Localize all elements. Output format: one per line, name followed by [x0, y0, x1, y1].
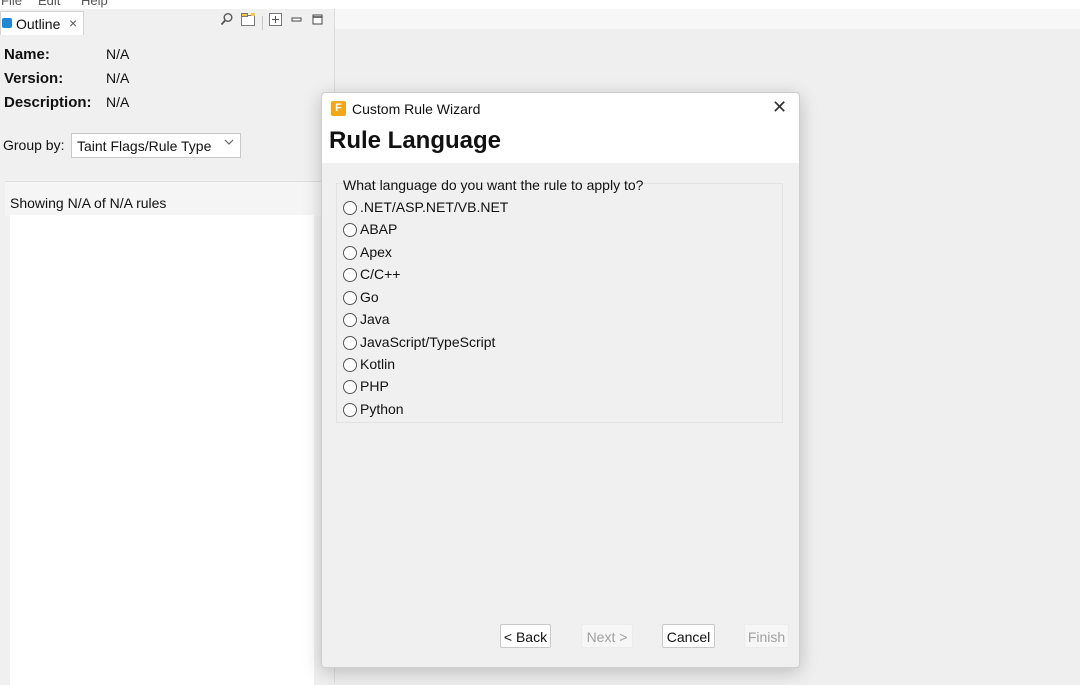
- toolbar-divider: [262, 16, 263, 30]
- radio-label: ABAP: [360, 221, 398, 237]
- radio-button[interactable]: [343, 201, 357, 215]
- menu-file[interactable]: File: [1, 0, 22, 8]
- minimize-icon[interactable]: [291, 13, 302, 28]
- dialog-titlebar: F Custom Rule Wizard ✕: [322, 93, 799, 125]
- chevron-down-icon: [224, 137, 234, 150]
- description-value: N/A: [106, 94, 130, 110]
- radio-label: C/C++: [360, 266, 401, 282]
- radio-button[interactable]: [343, 291, 357, 305]
- radio-button[interactable]: [343, 403, 357, 417]
- dialog-header: Rule Language: [322, 125, 799, 163]
- radio-label: Kotlin: [360, 356, 396, 372]
- rules-summary: Showing N/A of N/A rules: [10, 195, 167, 211]
- cancel-button[interactable]: Cancel: [662, 624, 715, 648]
- folder-icon[interactable]: [241, 13, 256, 29]
- group-by-select[interactable]: Taint Flags/Rule Type: [71, 133, 241, 158]
- custom-rule-wizard-dialog: F Custom Rule Wizard ✕ Rule Language Wha…: [321, 92, 800, 668]
- finish-button[interactable]: Finish: [744, 624, 789, 648]
- menu-help[interactable]: Help: [81, 0, 108, 8]
- outline-panel: Outline × Name: N/A Version: N/A Descrip…: [0, 9, 335, 685]
- radio-button[interactable]: [343, 313, 357, 327]
- outline-icon: [2, 18, 12, 28]
- next-button[interactable]: Next >: [581, 624, 633, 648]
- radio-button[interactable]: [343, 223, 357, 237]
- close-icon[interactable]: ×: [69, 15, 77, 31]
- group-by-label: Group by:: [3, 137, 65, 153]
- outline-tab-label: Outline: [16, 16, 61, 32]
- editor-area: [335, 9, 1080, 29]
- radio-button[interactable]: [343, 380, 357, 394]
- rules-list[interactable]: [10, 215, 314, 685]
- language-question: What language do you want the rule to ap…: [343, 177, 644, 193]
- radio-label: PHP: [360, 378, 389, 394]
- radio-label: .NET/ASP.NET/VB.NET: [360, 199, 509, 215]
- radio-label: Python: [360, 401, 404, 417]
- expand-icon[interactable]: [269, 13, 282, 29]
- menu-bar: File Edit Help: [0, 0, 1080, 9]
- radio-button[interactable]: [343, 268, 357, 282]
- language-group: [336, 183, 783, 423]
- menu-edit[interactable]: Edit: [38, 0, 60, 8]
- page-title: Rule Language: [329, 127, 502, 154]
- dialog-title: Custom Rule Wizard: [352, 101, 481, 117]
- radio-button[interactable]: [343, 336, 357, 350]
- maximize-icon[interactable]: [312, 13, 323, 28]
- radio-label: JavaScript/TypeScript: [360, 334, 496, 350]
- version-value: N/A: [106, 70, 130, 86]
- back-button[interactable]: < Back: [500, 624, 551, 648]
- name-value: N/A: [106, 46, 130, 62]
- rules-header: Showing N/A of N/A rules: [5, 181, 334, 216]
- search-icon[interactable]: [220, 12, 234, 29]
- version-label: Version:: [4, 70, 64, 87]
- radio-label: Apex: [360, 244, 392, 260]
- app-icon: F: [331, 101, 346, 116]
- radio-label: Go: [360, 289, 379, 305]
- name-label: Name:: [4, 46, 50, 63]
- description-label: Description:: [4, 94, 92, 111]
- close-icon[interactable]: ✕: [772, 97, 787, 118]
- outline-tab[interactable]: Outline ×: [0, 11, 84, 35]
- group-by-value: Taint Flags/Rule Type: [77, 138, 212, 154]
- radio-button[interactable]: [343, 246, 357, 260]
- radio-button[interactable]: [343, 358, 357, 372]
- radio-label: Java: [360, 311, 390, 327]
